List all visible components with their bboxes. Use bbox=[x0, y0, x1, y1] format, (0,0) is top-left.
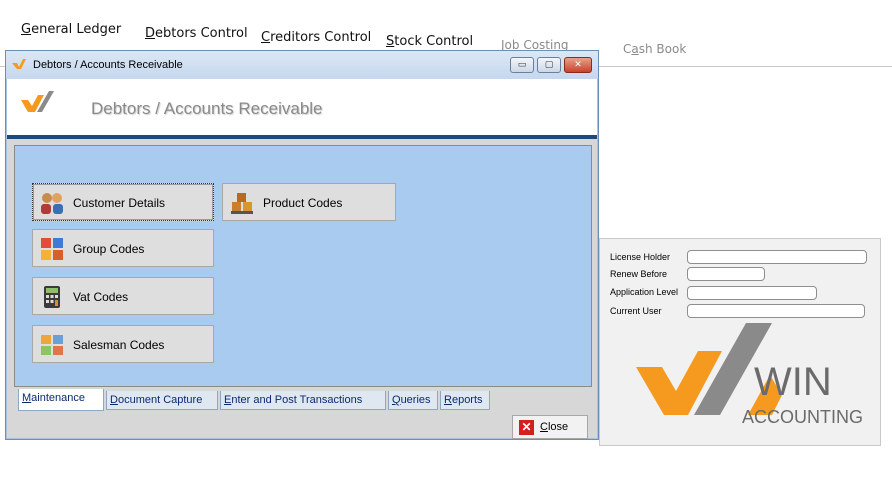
current-user-label: Current User bbox=[610, 306, 662, 316]
close-button[interactable]: ✕ Close bbox=[512, 415, 588, 439]
close-button-label: Close bbox=[540, 421, 569, 433]
group-codes-label: Group Codes bbox=[73, 242, 145, 256]
salesman-codes-label: Salesman Codes bbox=[73, 338, 165, 352]
renew-before-field[interactable] bbox=[687, 267, 765, 281]
group-icon bbox=[41, 238, 63, 260]
tab-enter-and-post-transactions[interactable]: Enter and Post Transactions bbox=[220, 391, 386, 410]
logo-word-win: WIN bbox=[754, 360, 832, 404]
page-title: Debtors / Accounts Receivable bbox=[91, 99, 323, 118]
salesman-codes-button[interactable]: Salesman Codes bbox=[32, 325, 214, 363]
current-user-field[interactable] bbox=[687, 304, 865, 318]
product-codes-button[interactable]: Product Codes bbox=[222, 183, 396, 221]
license-holder-field[interactable] bbox=[687, 250, 867, 264]
license-holder-label: License Holder bbox=[610, 252, 671, 262]
product-codes-label: Product Codes bbox=[263, 196, 343, 210]
product-icon bbox=[231, 193, 253, 214]
renew-before-label: Renew Before bbox=[610, 269, 668, 279]
window-header: Debtors / Accounts Receivable bbox=[7, 79, 597, 135]
menu-creditors-control[interactable]: Creditors Control bbox=[261, 30, 371, 45]
calculator-icon bbox=[44, 286, 60, 308]
desktop: General Ledger Debtors Control Creditors… bbox=[0, 0, 892, 477]
win-accounting-logo: WIN ACCOUNTING bbox=[636, 323, 863, 427]
application-level-label: Application Level bbox=[610, 287, 679, 297]
window-close-button[interactable]: ✕ bbox=[564, 57, 592, 73]
vat-codes-button[interactable]: Vat Codes bbox=[32, 277, 214, 315]
tab-document-capture[interactable]: Document Capture bbox=[106, 391, 218, 410]
win-logo-icon bbox=[21, 91, 54, 112]
header-divider bbox=[7, 135, 597, 139]
customer-details-button[interactable]: Customer Details bbox=[32, 183, 214, 221]
application-level-field[interactable] bbox=[687, 286, 817, 300]
group-codes-button[interactable]: Group Codes bbox=[32, 229, 214, 267]
menu-general-ledger[interactable]: General Ledger bbox=[21, 22, 121, 37]
menu-debtors-control[interactable]: Debtors Control bbox=[145, 26, 248, 41]
license-info-panel: License Holder Renew Before Application … bbox=[599, 238, 881, 446]
customer-icon bbox=[41, 193, 63, 214]
maintenance-tab-panel: Customer Details Product Codes Group Cod… bbox=[14, 145, 592, 387]
customer-details-label: Customer Details bbox=[73, 196, 166, 210]
window-titlebar[interactable]: Debtors / Accounts Receivable ▭ ▢ ✕ bbox=[6, 51, 598, 79]
tab-queries[interactable]: Queries bbox=[388, 391, 438, 410]
logo-word-accounting: ACCOUNTING bbox=[742, 407, 863, 427]
maximize-button[interactable]: ▢ bbox=[537, 57, 561, 73]
tab-reports[interactable]: Reports bbox=[440, 391, 490, 410]
minimize-button[interactable]: ▭ bbox=[510, 57, 534, 73]
menu-stock-control[interactable]: Stock Control bbox=[386, 34, 473, 49]
close-icon: ✕ bbox=[519, 420, 534, 435]
salesman-icon bbox=[41, 335, 63, 355]
debtors-window: Debtors / Accounts Receivable ▭ ▢ ✕ Debt… bbox=[5, 50, 599, 440]
vat-codes-label: Vat Codes bbox=[73, 290, 129, 304]
menu-cash-book[interactable]: Cash Book bbox=[623, 42, 686, 56]
tab-maintenance[interactable]: Maintenance bbox=[18, 389, 104, 411]
app-icon bbox=[12, 59, 26, 69]
window-title: Debtors / Accounts Receivable bbox=[33, 59, 183, 71]
